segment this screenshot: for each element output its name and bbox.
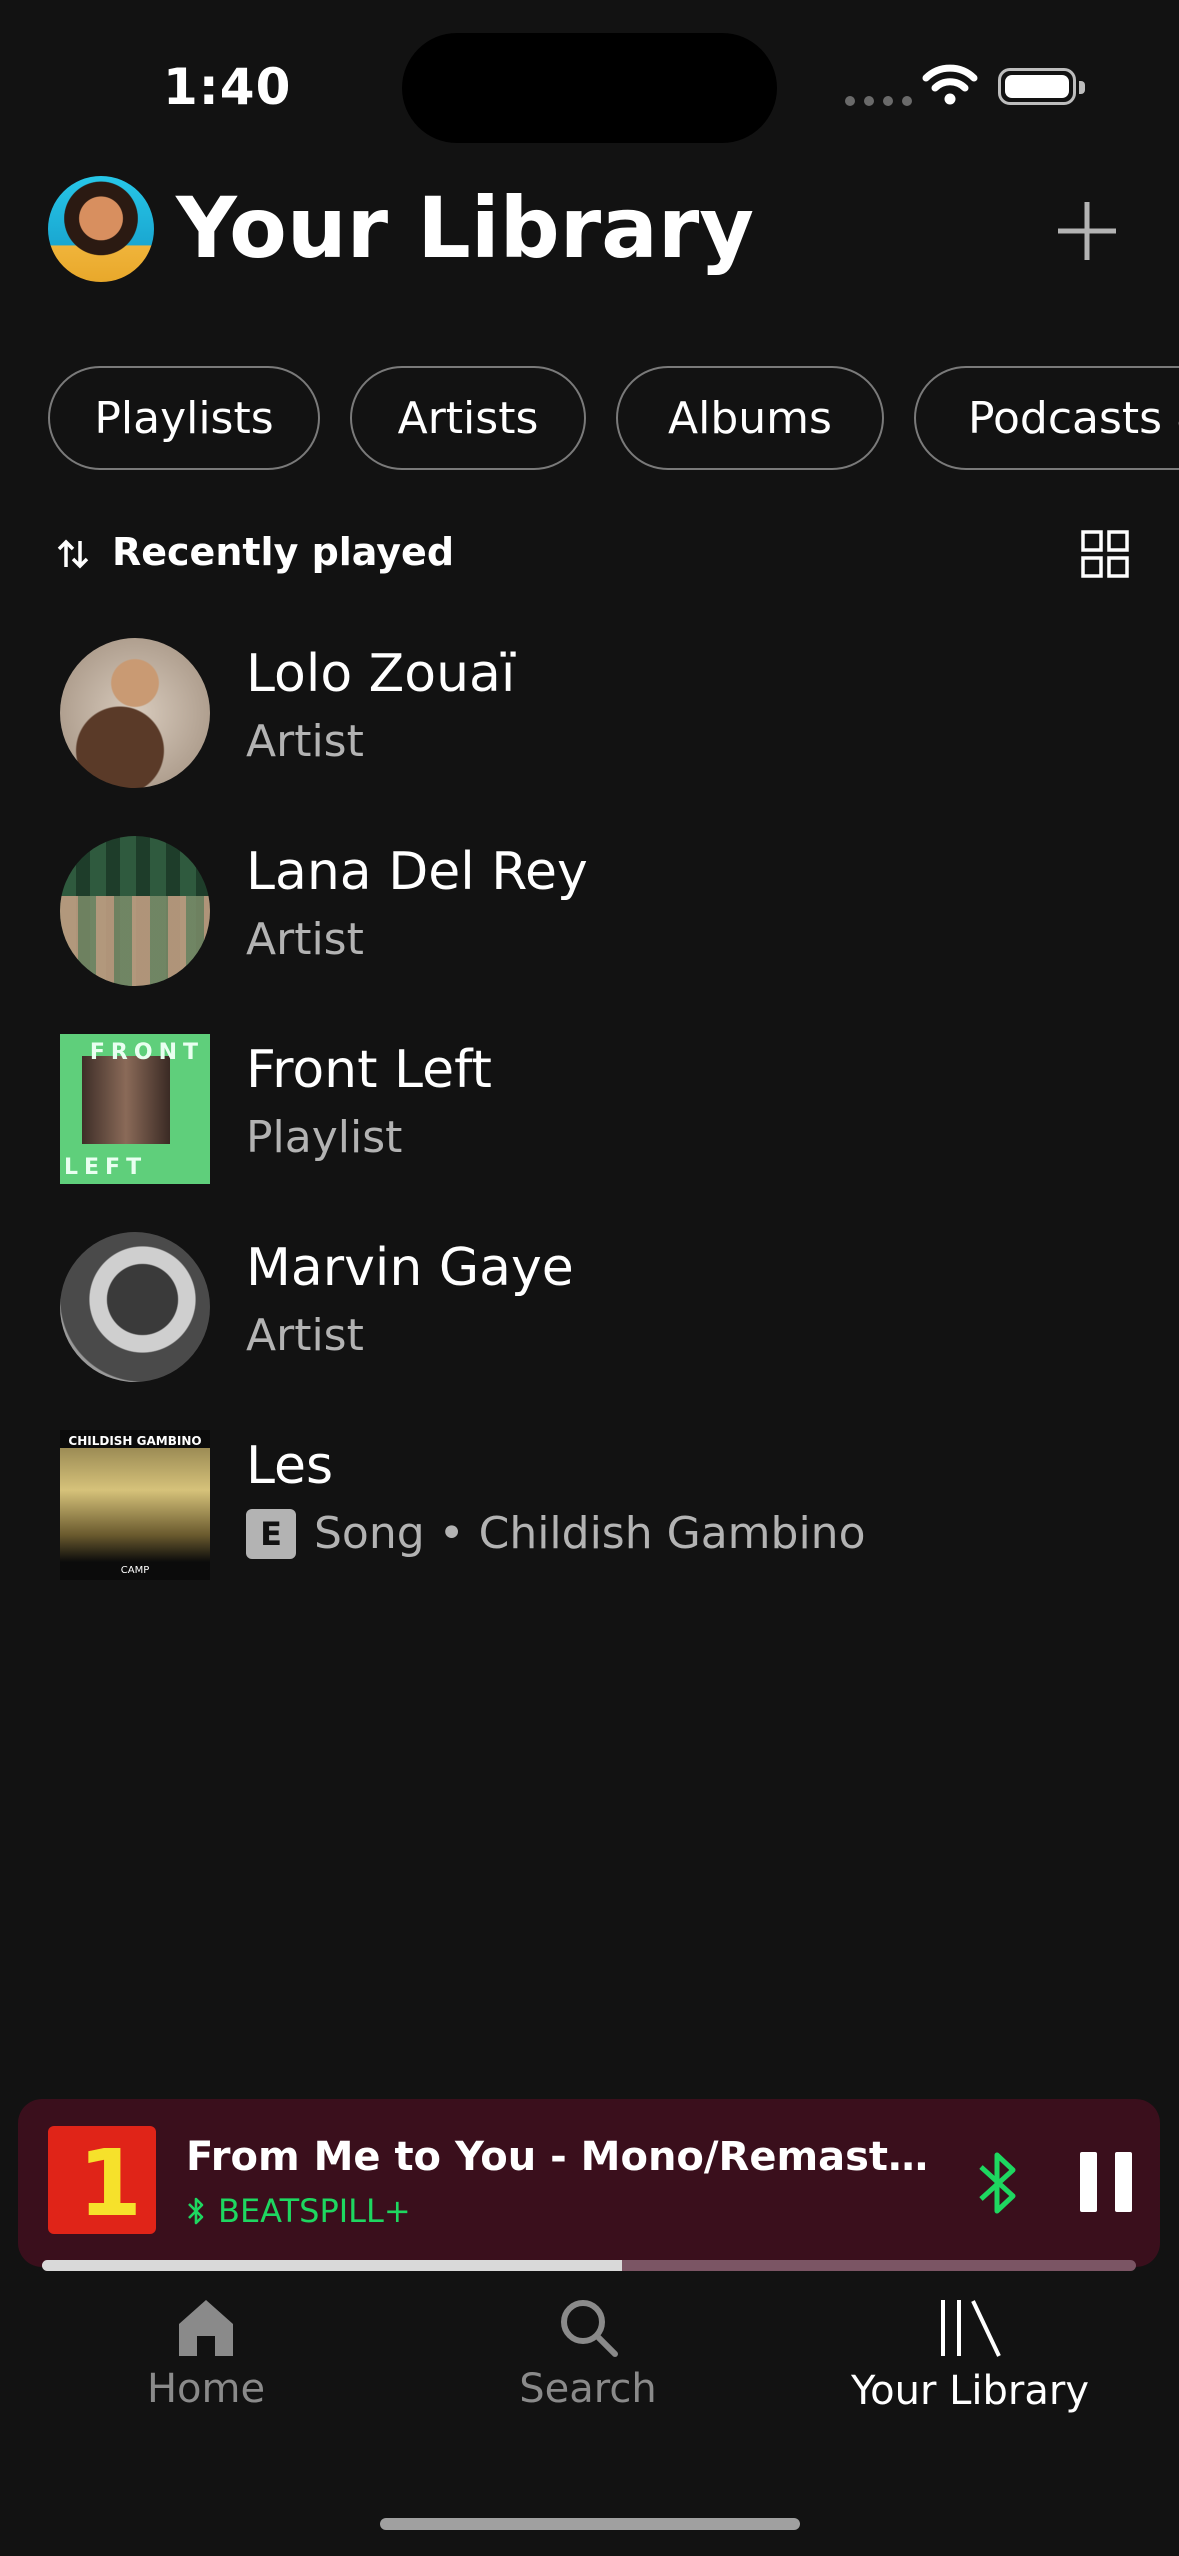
list-item[interactable]: Lolo Zouaï Artist <box>58 638 1118 790</box>
tab-label: Your Library <box>851 2368 1089 2414</box>
list-item[interactable]: CHILDISH GAMBINO CAMP Les E Song • Child… <box>58 1430 1118 1582</box>
cover-text-top: CHILDISH GAMBINO <box>68 1434 202 1448</box>
bluetooth-icon <box>188 2197 204 2225</box>
item-subtitle: Song • Childish Gambino <box>314 1508 866 1559</box>
filter-chip-playlists[interactable]: Playlists <box>48 366 320 470</box>
tab-label: Search <box>519 2366 657 2412</box>
now-playing-artwork: 1 <box>48 2126 156 2234</box>
cover-text-top: FRONT <box>89 1040 204 1065</box>
list-item[interactable]: Lana Del Rey Artist <box>58 836 1118 988</box>
add-button[interactable] <box>1052 196 1122 266</box>
tab-home[interactable]: Home <box>56 2296 356 2412</box>
filter-chip-artists[interactable]: Artists <box>350 366 586 470</box>
item-subtitle: Artist <box>246 914 364 965</box>
artist-image <box>60 1232 210 1382</box>
wifi-icon <box>922 64 978 105</box>
page-title: Your Library <box>176 179 755 277</box>
sort-arrows-icon[interactable] <box>56 537 90 571</box>
dynamic-island <box>402 33 777 143</box>
pause-button[interactable] <box>1080 2152 1132 2212</box>
connect-device-button[interactable] <box>975 2150 1021 2216</box>
home-icon <box>179 2300 233 2356</box>
artist-image <box>60 638 210 788</box>
tab-your-library[interactable]: Your Library <box>820 2296 1120 2414</box>
device-name: BEATSPILL+ <box>218 2192 411 2230</box>
now-playing-title: From Me to You - Mono/Remastered… <box>186 2134 946 2180</box>
filter-chip-podcasts[interactable]: Podcasts & <box>914 366 1179 470</box>
list-item[interactable]: Marvin Gaye Artist <box>58 1232 1118 1384</box>
cover-text-bottom: LEFT <box>64 1155 148 1180</box>
grid-view-icon[interactable] <box>1081 530 1129 578</box>
now-playing-device: BEATSPILL+ <box>186 2192 411 2230</box>
playback-progress-fill <box>42 2260 622 2271</box>
cover-text-bottom: CAMP <box>120 1565 150 1576</box>
battery-icon <box>998 68 1085 105</box>
home-indicator <box>380 2518 800 2530</box>
explicit-badge: E <box>246 1509 296 1559</box>
filter-chip-albums[interactable]: Albums <box>616 366 884 470</box>
item-title: Marvin Gaye <box>246 1238 574 1298</box>
search-icon <box>561 2300 618 2357</box>
profile-avatar[interactable] <box>48 176 154 282</box>
cellular-signal-icon <box>845 96 912 106</box>
playback-progress-bar[interactable] <box>42 2260 1136 2271</box>
item-title: Front Left <box>246 1040 492 1100</box>
library-icon <box>941 2300 1001 2357</box>
sort-label[interactable]: Recently played <box>112 530 454 574</box>
list-item[interactable]: FRONT LEFT Front Left Playlist <box>58 1034 1118 1186</box>
item-title: Lana Del Rey <box>246 842 588 902</box>
album-cover: CHILDISH GAMBINO CAMP <box>60 1430 210 1580</box>
status-time: 1:40 <box>163 58 292 116</box>
item-title: Les <box>246 1436 334 1496</box>
item-subtitle: Artist <box>246 716 364 767</box>
tab-label: Home <box>146 2366 266 2412</box>
item-subtitle: Playlist <box>246 1112 403 1163</box>
item-subtitle: Artist <box>246 1310 364 1361</box>
item-title: Lolo Zouaï <box>246 644 516 704</box>
item-subtitle-row: E Song • Childish Gambino <box>246 1506 865 1562</box>
artist-image <box>60 836 210 986</box>
artwork-text: 1 <box>78 2130 143 2234</box>
playlist-cover: FRONT LEFT <box>60 1034 210 1184</box>
tab-search[interactable]: Search <box>438 2296 738 2412</box>
